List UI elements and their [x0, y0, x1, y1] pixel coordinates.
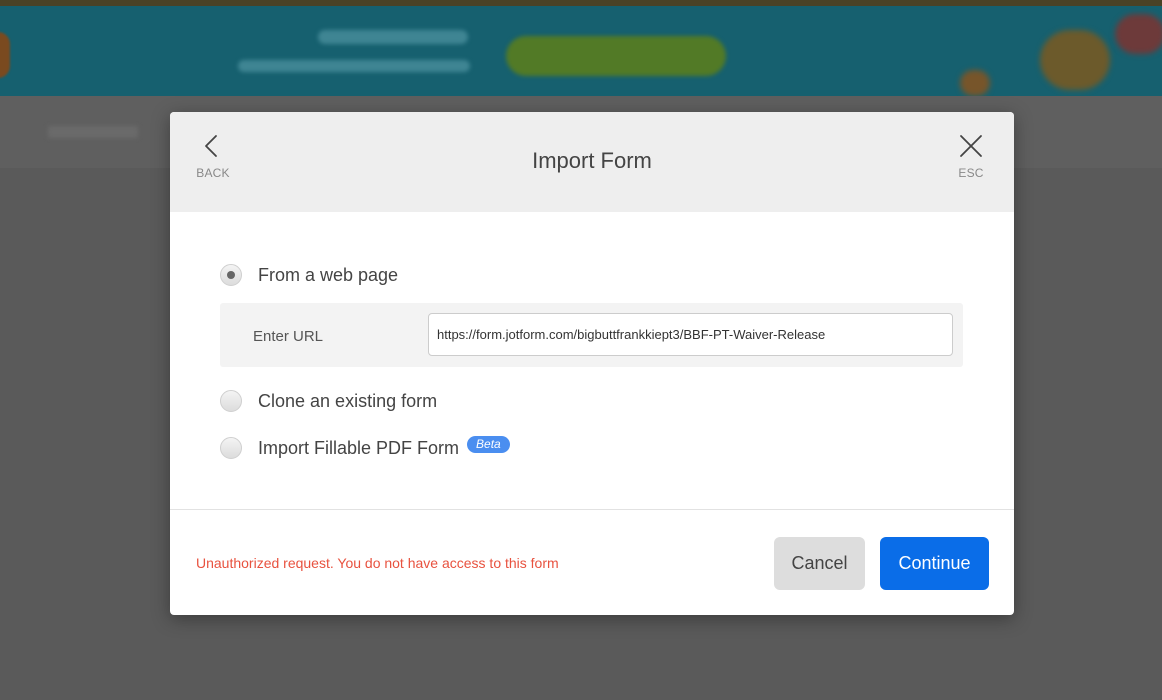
esc-label: ESC: [958, 166, 984, 180]
banner-decoration: [960, 70, 990, 96]
close-button[interactable]: ESC: [946, 134, 996, 186]
error-message: Unauthorized request. You do not have ac…: [196, 555, 559, 571]
import-form-modal: BACK Import Form ESC From a web page Clo…: [170, 112, 1014, 615]
toolbar-blurred-content: [48, 126, 138, 138]
radio-import-pdf[interactable]: [220, 437, 242, 459]
option-label: Import Fillable PDF Form: [258, 437, 460, 458]
option-clone-form[interactable]: Clone an existing form: [220, 389, 437, 413]
modal-title: Import Form: [532, 148, 652, 173]
modal-header: BACK Import Form ESC: [170, 112, 1014, 212]
continue-button[interactable]: Continue: [880, 537, 989, 590]
radio-clone-form[interactable]: [220, 390, 242, 412]
banner-decoration: [1040, 30, 1110, 90]
beta-badge: Beta: [467, 435, 510, 453]
url-label: Enter URL: [253, 328, 324, 345]
banner-blurred-text: [238, 60, 470, 72]
option-from-web-page[interactable]: From a web page: [220, 263, 398, 287]
url-input[interactable]: [428, 313, 953, 356]
banner-blurred-button: [506, 36, 726, 76]
background-promo-banner: [0, 6, 1162, 96]
close-icon: [960, 135, 982, 157]
cancel-button[interactable]: Cancel: [774, 537, 865, 590]
radio-from-web-page[interactable]: [220, 264, 242, 286]
banner-blurred-text: [318, 30, 468, 44]
option-import-pdf[interactable]: Import Fillable PDF Form Beta: [220, 435, 510, 460]
option-label: From a web page: [258, 264, 399, 285]
footer-divider: [170, 509, 1014, 510]
banner-decoration: [1115, 14, 1162, 54]
option-label: Clone an existing form: [258, 390, 438, 411]
url-panel: Enter URL: [220, 303, 963, 367]
banner-decoration: [0, 32, 10, 78]
